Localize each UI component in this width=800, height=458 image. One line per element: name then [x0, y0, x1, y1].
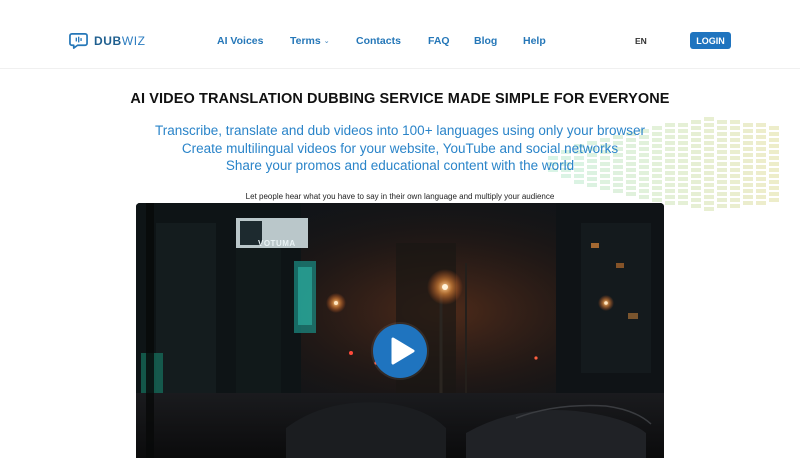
equalizer-bar — [626, 174, 636, 178]
equalizer-bar — [717, 204, 727, 208]
equalizer-bar — [730, 186, 740, 190]
page-title: AI VIDEO TRANSLATION DUBBING SERVICE MAD… — [130, 91, 670, 107]
equalizer-bar — [587, 183, 597, 187]
nav-divider — [0, 68, 800, 69]
equalizer-bar — [769, 180, 779, 184]
equalizer-bar — [704, 177, 714, 181]
chevron-down-icon: ⌄ — [323, 38, 330, 45]
equalizer-bar — [704, 201, 714, 205]
equalizer-bar — [600, 186, 610, 190]
equalizer-bar — [691, 204, 701, 208]
equalizer-bar — [613, 177, 623, 181]
equalizer-bar — [652, 186, 662, 190]
nav-terms[interactable]: Terms ⌄ — [290, 35, 330, 47]
equalizer-bar — [743, 177, 753, 181]
equalizer-bar — [691, 186, 701, 190]
equalizer-bar — [600, 180, 610, 184]
brand-logo[interactable]: DUBWIZ — [69, 31, 146, 50]
equalizer-bar — [756, 183, 766, 187]
nav-contacts[interactable]: Contacts — [356, 35, 401, 47]
equalizer-bar — [717, 186, 727, 190]
hero-tagline: Let people hear what you have to say in … — [245, 192, 555, 201]
play-button[interactable] — [373, 324, 427, 378]
equalizer-bar — [704, 207, 714, 211]
hero-line-1: Transcribe, translate and dub videos int… — [155, 123, 645, 138]
equalizer-bar — [561, 174, 571, 178]
equalizer-bar — [626, 180, 636, 184]
nav-faq[interactable]: FAQ — [428, 35, 450, 47]
equalizer-bar — [756, 201, 766, 205]
equalizer-bar — [743, 183, 753, 187]
equalizer-bar — [678, 201, 688, 205]
equalizer-bar — [665, 177, 675, 181]
hero-line-2: Create multilingual videos for your webs… — [181, 140, 619, 156]
equalizer-bar — [730, 180, 740, 184]
nav-help[interactable]: Help — [523, 35, 546, 47]
login-button[interactable]: LOGIN — [690, 32, 731, 49]
hero-description: Transcribe, translate and dub videos int… — [0, 122, 800, 175]
top-navigation: DUBWIZ AI Voices Terms ⌄ Contacts FAQ Blo… — [0, 0, 800, 82]
brand-name: DUBWIZ — [94, 33, 146, 48]
equalizer-bar — [769, 174, 779, 178]
equalizer-bar — [717, 174, 727, 178]
equalizer-bar — [639, 177, 649, 181]
equalizer-bar — [600, 174, 610, 178]
equalizer-bar — [704, 117, 714, 121]
equalizer-bar — [691, 180, 701, 184]
equalizer-bar — [730, 204, 740, 208]
nav-blog[interactable]: Blog — [474, 35, 497, 47]
nav-ai-voices[interactable]: AI Voices — [217, 35, 264, 47]
language-selector[interactable]: EN — [635, 36, 647, 46]
equalizer-bar — [665, 201, 675, 205]
equalizer-bar — [678, 183, 688, 187]
chat-bubble-icon — [69, 32, 88, 49]
equalizer-bar — [587, 177, 597, 181]
equalizer-bar — [574, 174, 584, 178]
equalizer-bar — [665, 183, 675, 187]
equalizer-bar — [678, 177, 688, 181]
equalizer-bar — [639, 183, 649, 187]
billboard-sign: VOTUMA — [258, 239, 296, 248]
equalizer-bar — [626, 186, 636, 190]
equalizer-bar — [574, 180, 584, 184]
equalizer-bar — [717, 180, 727, 184]
equalizer-bar — [652, 174, 662, 178]
equalizer-bar — [652, 180, 662, 184]
equalizer-bar — [769, 186, 779, 190]
play-icon — [391, 337, 415, 365]
hero-line-3: Share your promos and educational conten… — [225, 158, 575, 173]
equalizer-bar — [756, 177, 766, 181]
equalizer-bar — [743, 201, 753, 205]
equalizer-bar — [691, 174, 701, 178]
nav-terms-label: Terms — [290, 35, 321, 47]
equalizer-bar — [613, 183, 623, 187]
equalizer-bar — [704, 183, 714, 187]
equalizer-bar — [730, 174, 740, 178]
